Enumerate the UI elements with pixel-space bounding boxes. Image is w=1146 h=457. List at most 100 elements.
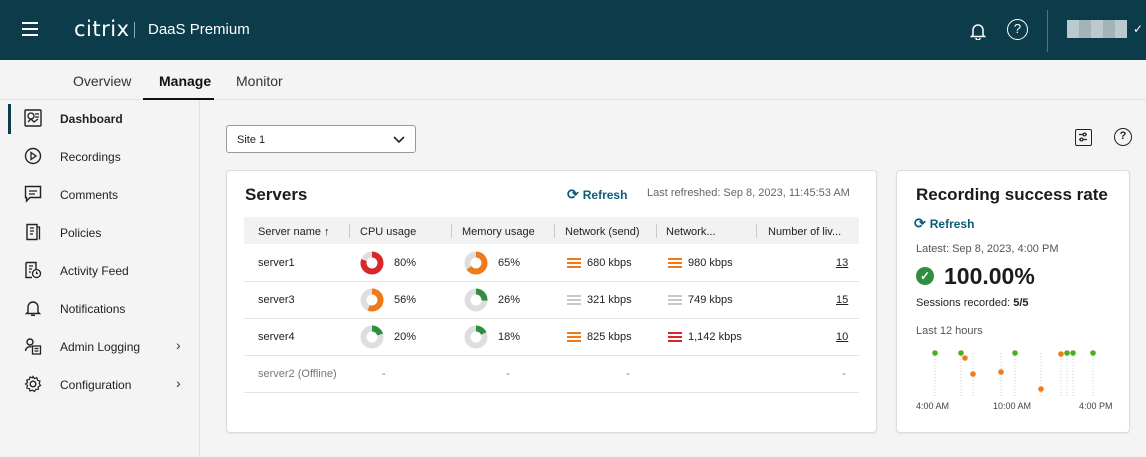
sidebar: Dashboard Recordings Comments Policies A…: [0, 100, 200, 457]
usage-donut-icon: [464, 251, 488, 275]
tab-monitor[interactable]: Monitor: [236, 73, 283, 89]
table-row[interactable]: server2 (Offline) - - - -: [244, 356, 859, 393]
brand-divider: [134, 22, 135, 38]
column-divider: [349, 224, 350, 238]
network-level-icon: [567, 295, 581, 306]
sidebar-item-label: Dashboard: [60, 112, 123, 126]
sessions-recorded-value: 5/5: [1013, 297, 1029, 309]
last-refreshed-text: Last refreshed: Sep 8, 2023, 11:45:53 AM: [647, 187, 850, 199]
servers-table-header: Server name ↑ CPU usage Memory usage Net…: [244, 217, 859, 244]
servers-refresh-button[interactable]: ⟳ Refresh: [567, 186, 627, 203]
column-header-number-of-live[interactable]: Number of liv...: [768, 226, 841, 238]
column-header-memory-usage[interactable]: Memory usage: [462, 226, 535, 238]
server-name-cell: server1: [258, 257, 295, 269]
live-sessions-link[interactable]: 13: [836, 257, 848, 269]
table-row[interactable]: server3 56% 26% 321 kbps 749 kbps 15: [244, 282, 859, 319]
sidebar-item-comments[interactable]: Comments: [0, 176, 200, 214]
memory-usage-cell: 65%: [498, 257, 521, 269]
cpu-usage-cell: -: [382, 368, 386, 380]
network-level-icon: [668, 332, 682, 343]
column-header-cpu-usage[interactable]: CPU usage: [360, 226, 416, 238]
policy-document-icon: [26, 223, 41, 241]
refresh-icon: ⟳: [567, 186, 579, 202]
sidebar-item-policies[interactable]: Policies: [0, 214, 200, 252]
sidebar-item-activity-feed[interactable]: Activity Feed: [0, 252, 200, 290]
admin-logging-icon: [24, 338, 42, 355]
refresh-icon: ⟳: [914, 215, 926, 231]
sidebar-item-admin-logging[interactable]: Admin Logging ›: [0, 328, 200, 366]
activity-feed-icon: [25, 261, 42, 279]
sidebar-item-label: Recordings: [60, 150, 121, 164]
help-icon[interactable]: ?: [1114, 128, 1132, 146]
bell-icon: [24, 301, 42, 316]
live-sessions-link[interactable]: 10: [836, 331, 848, 343]
latest-timestamp: Latest: Sep 8, 2023, 4:00 PM: [916, 243, 1059, 255]
x-tick-label: 10:00 AM: [993, 401, 1032, 411]
network-level-icon: [668, 295, 682, 306]
sidebar-item-label: Configuration: [60, 378, 132, 392]
success-rate-value: 100.00%: [944, 263, 1035, 289]
memory-usage-cell: 26%: [498, 294, 521, 306]
server-name-cell: server4: [258, 331, 295, 343]
table-row[interactable]: server1 80% 65% 680 kbps 980 kbps 13: [244, 245, 859, 282]
gear-icon: [24, 375, 42, 393]
cpu-usage-cell: 80%: [394, 257, 417, 269]
sidebar-item-configuration[interactable]: Configuration ›: [0, 366, 200, 404]
usage-donut-icon: [360, 251, 384, 275]
cpu-usage-cell: 20%: [394, 331, 417, 343]
column-divider: [756, 224, 757, 238]
network-send-cell: -: [626, 368, 630, 380]
table-row[interactable]: server4 20% 18% 825 kbps 1,142 kbps 10: [244, 319, 859, 356]
server-name-cell: server2 (Offline): [258, 368, 337, 380]
network-level-icon: [668, 258, 682, 269]
comment-icon: [24, 185, 42, 203]
memory-usage-cell: 18%: [498, 331, 521, 343]
sidebar-item-notifications[interactable]: Notifications: [0, 290, 200, 328]
citrix-logo: citrix: [74, 17, 130, 41]
recording-success-card: Recording success rate ⟳ Refresh Latest: …: [896, 170, 1130, 433]
chevron-down-icon[interactable]: ✓: [1133, 22, 1143, 36]
usage-donut-icon: [360, 288, 384, 312]
refresh-label: Refresh: [582, 188, 628, 202]
main-tabs: Overview Manage Monitor: [0, 60, 1146, 100]
network-receive-cell: 1,142 kbps: [688, 331, 742, 343]
network-send-cell: 321 kbps: [587, 294, 632, 306]
recording-refresh-button[interactable]: ⟳ Refresh: [914, 215, 974, 232]
help-icon[interactable]: ?: [1007, 19, 1028, 40]
dashboard-icon: [24, 109, 42, 127]
tab-overview[interactable]: Overview: [73, 73, 131, 89]
chevron-right-icon[interactable]: ›: [176, 375, 181, 391]
server-name-cell: server3: [258, 294, 295, 306]
network-receive-cell: 980 kbps: [688, 257, 733, 269]
customize-icon[interactable]: [1075, 129, 1092, 146]
hamburger-menu-icon[interactable]: [22, 22, 38, 36]
usage-donut-icon: [360, 325, 384, 349]
site-dropdown-value: Site 1: [237, 134, 266, 146]
column-header-server-name[interactable]: Server name ↑: [258, 226, 330, 238]
column-divider: [451, 224, 452, 238]
account-avatar[interactable]: [1067, 20, 1127, 38]
tab-manage[interactable]: Manage: [159, 73, 211, 89]
top-divider: [1047, 10, 1048, 52]
sessions-recorded-label: Sessions recorded:: [916, 297, 1011, 309]
network-send-cell: 680 kbps: [587, 257, 632, 269]
servers-card: Servers ⟳ Refresh Last refreshed: Sep 8, …: [226, 170, 877, 433]
column-header-network-send[interactable]: Network (send): [565, 226, 640, 238]
sidebar-item-dashboard[interactable]: Dashboard: [0, 100, 200, 138]
chevron-right-icon[interactable]: ›: [176, 337, 181, 353]
time-window-label: Last 12 hours: [916, 325, 983, 337]
column-divider: [656, 224, 657, 238]
sparkline-points: [932, 350, 1096, 392]
notifications-bell-icon[interactable]: [970, 22, 986, 40]
site-dropdown[interactable]: Site 1: [226, 125, 416, 153]
live-sessions-link[interactable]: 15: [836, 294, 848, 306]
sidebar-item-recordings[interactable]: Recordings: [0, 138, 200, 176]
column-divider: [554, 224, 555, 238]
column-header-network-receive[interactable]: Network...: [666, 226, 716, 238]
recording-sparkline: [932, 350, 1096, 398]
network-level-icon: [567, 258, 581, 269]
sidebar-item-label: Notifications: [60, 302, 126, 316]
live-sessions-cell: -: [842, 368, 846, 380]
top-bar: citrix DaaS Premium ? ✓: [0, 0, 1146, 60]
sidebar-item-label: Admin Logging: [60, 340, 141, 354]
